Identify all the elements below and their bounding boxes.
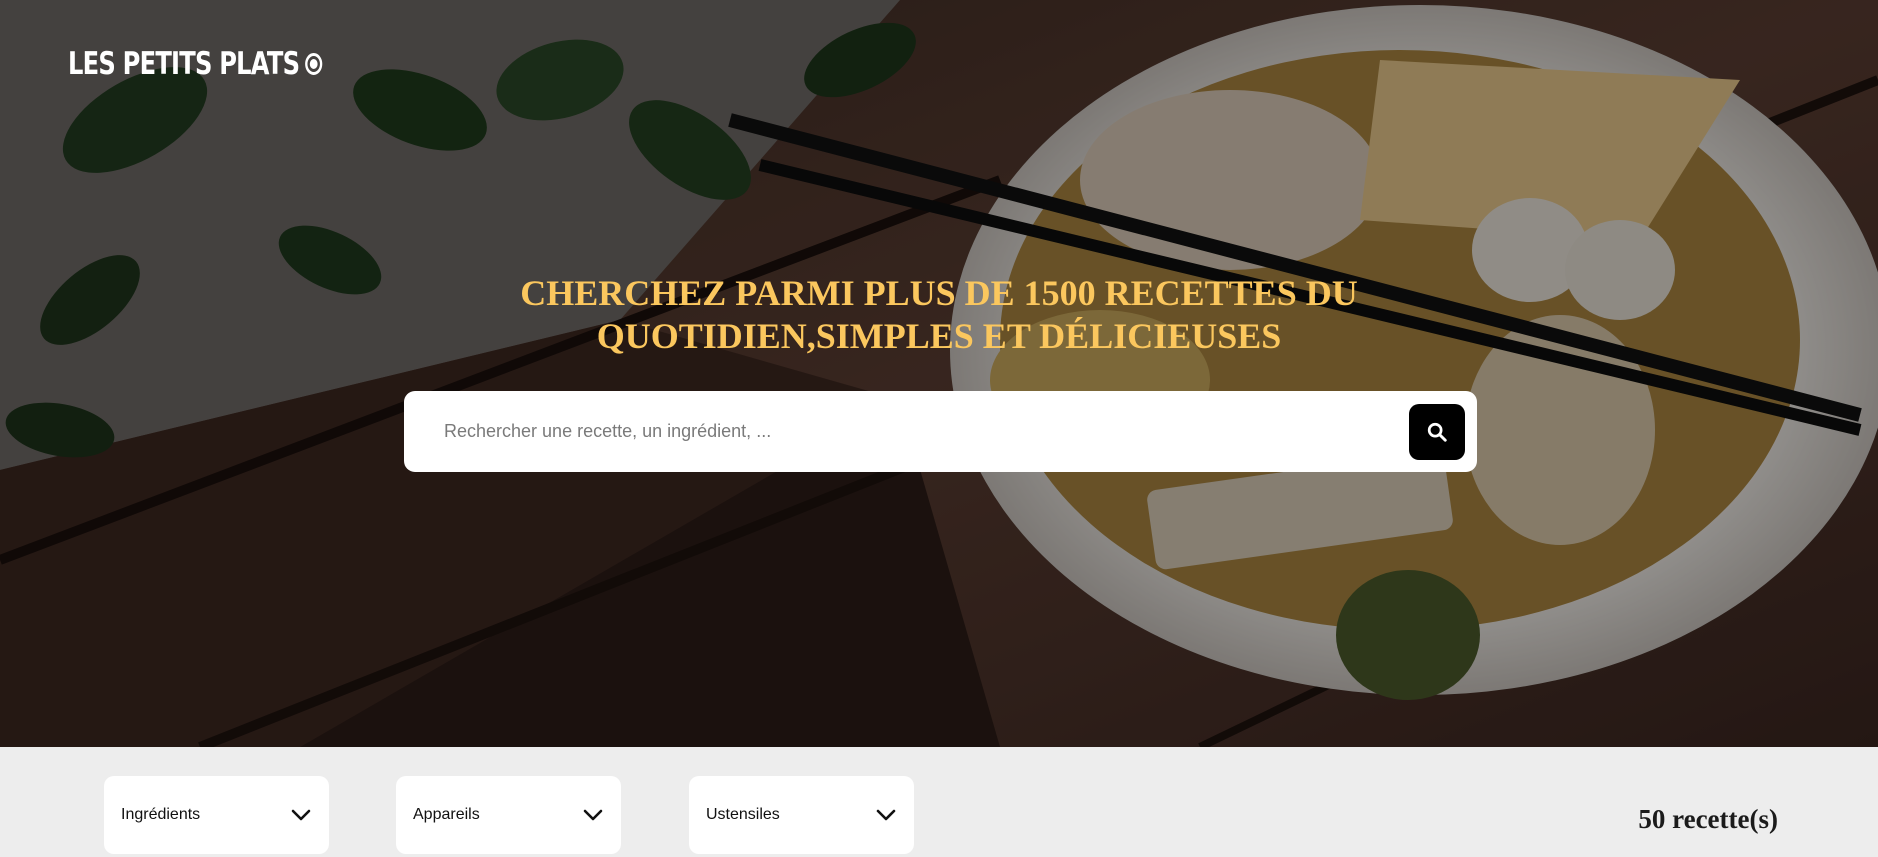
search-button[interactable] <box>1409 403 1465 460</box>
logo-text: LES PETITS PLATS <box>68 46 300 82</box>
hero-title: CHERCHEZ PARMI PLUS DE 1500 RECETTES DU … <box>0 272 1878 358</box>
filter-appareils-label: Appareils <box>413 806 480 823</box>
chevron-down-icon <box>876 809 896 821</box>
filter-ingredients-label: Ingrédients <box>121 806 201 823</box>
chevron-down-icon <box>291 809 311 821</box>
search-input[interactable] <box>442 411 1409 452</box>
hero-banner: LES PETITS PLATS CHERCHEZ PARMI PLUS DE … <box>0 0 1878 747</box>
filters-bar: Ingrédients Appareils Ustensiles 50 rece… <box>0 747 1878 857</box>
logo-circle-icon <box>305 53 323 75</box>
search-bar <box>404 391 1477 472</box>
search-icon <box>1427 422 1447 442</box>
recipe-count: 50 recette(s) <box>1638 804 1778 834</box>
filter-ustensiles-dropdown[interactable]: Ustensiles <box>689 776 914 854</box>
hero-title-line-2: QUOTIDIEN,SIMPLES ET DÉLICIEUSES <box>596 316 1282 356</box>
filter-appareils-dropdown[interactable]: Appareils <box>396 776 621 854</box>
filter-ustensiles-label: Ustensiles <box>706 806 780 823</box>
chevron-down-icon <box>583 809 603 821</box>
hero-overlay <box>0 0 1878 747</box>
hero-title-line-1: CHERCHEZ PARMI PLUS DE 1500 RECETTES DU <box>520 273 1358 313</box>
filter-ingredients-dropdown[interactable]: Ingrédients <box>104 776 329 854</box>
site-logo[interactable]: LES PETITS PLATS <box>68 46 323 82</box>
